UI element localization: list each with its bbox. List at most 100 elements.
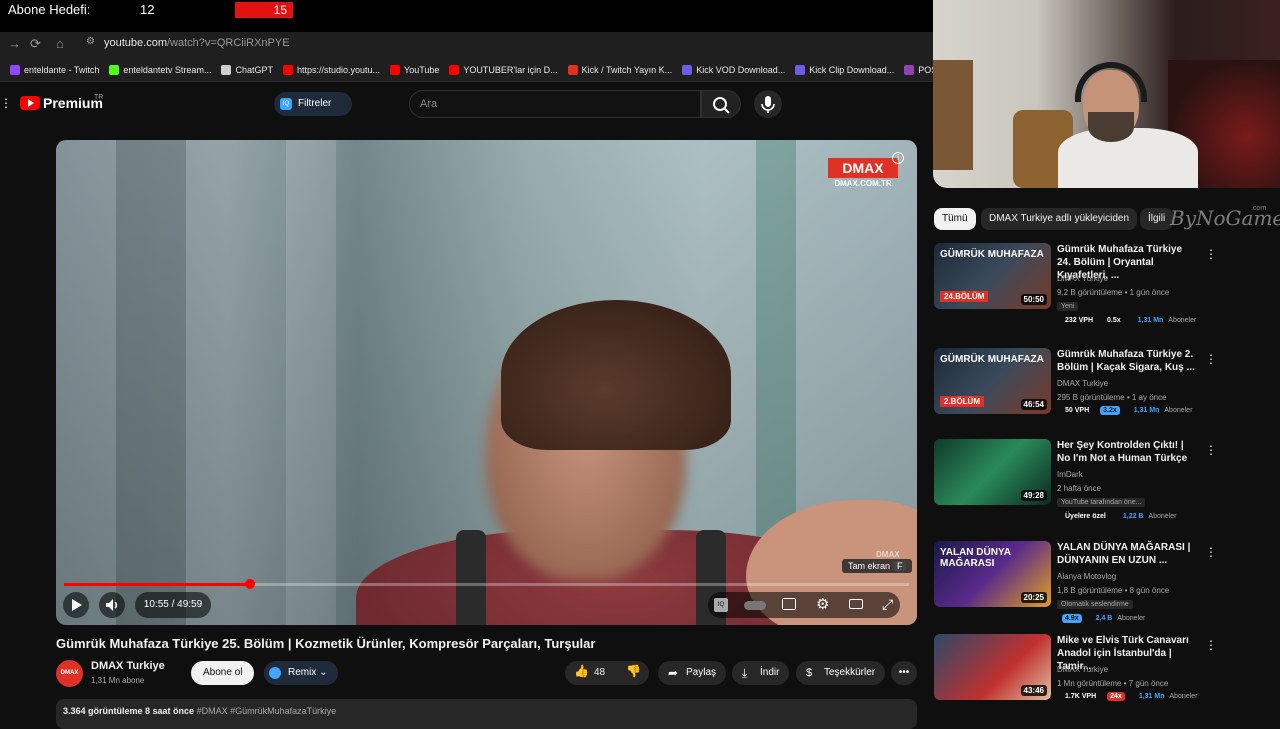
search-button[interactable] <box>701 90 741 118</box>
menu-icon[interactable]: ⋮ <box>0 96 12 110</box>
url-field[interactable]: youtube.com/watch?v=QRCiiRXnPYE <box>104 37 290 49</box>
description-box[interactable]: 3.364 görüntüleme 8 saat önce #DMAX #Güm… <box>56 699 917 729</box>
reload-icon[interactable]: ⟳ <box>30 36 41 52</box>
thumbnail-text: GÜMRÜK MUHAFAZA <box>940 249 1044 260</box>
video-thumbnail[interactable]: 49:28 <box>934 439 1051 505</box>
subscriber-count: 1,31 Mn <box>1138 693 1165 700</box>
share-button[interactable]: ➦ Paylaş <box>658 661 727 685</box>
recommended-title[interactable]: YALAN DÜNYA MAĞARASI | DÜNYANIN EN UZUN … <box>1057 541 1197 567</box>
bookmark-item[interactable]: ChatGPT <box>221 64 273 75</box>
progress-scrubber[interactable] <box>244 579 255 589</box>
captions-icon[interactable] <box>782 598 796 610</box>
subscriber-stat: 1,22 B Aboneler <box>1117 512 1180 521</box>
bynogame-watermark-suffix: .com <box>1251 205 1267 212</box>
tooltip-text: Tam ekran <box>848 561 891 571</box>
channel-watermark: DMAX <box>828 158 898 178</box>
settings-gear-icon[interactable]: ⚙ <box>816 595 829 613</box>
video-thumbnail[interactable]: YALAN DÜNYA MAĞARASI 20:25 <box>934 541 1051 607</box>
recommended-title[interactable]: Her Şey Kontrolden Çıktı! | No I'm Not a… <box>1057 439 1197 465</box>
bookmark-item[interactable]: YOUTUBER'lar için D... <box>449 64 558 75</box>
more-options-icon[interactable]: ⋮ <box>1205 352 1217 366</box>
recommended-meta: 2 hafta önce <box>1057 484 1102 493</box>
recommended-video[interactable]: GÜMRÜK MUHAFAZA 24.BÖLÜM 50:50 Gümrük Muhaf… <box>934 243 1234 335</box>
goal-target: 15 <box>235 2 293 18</box>
iq-icon[interactable]: IQ <box>714 598 728 612</box>
video-stats: Üyelere özel 1,22 B Aboneler <box>1062 512 1179 521</box>
more-options-icon[interactable]: ⋮ <box>1205 247 1217 261</box>
more-options-icon[interactable]: ⋮ <box>1205 545 1217 559</box>
bookmark-item[interactable]: Kick Clip Download... <box>795 64 894 75</box>
video-duration: 49:28 <box>1020 490 1047 501</box>
video-thumbnail[interactable]: GÜMRÜK MUHAFAZA 24.BÖLÜM 50:50 <box>934 243 1051 309</box>
microphone-icon <box>761 96 775 113</box>
chip-uploader[interactable]: DMAX Turkiye adlı yükleyiciden <box>981 208 1138 230</box>
subscribe-button[interactable]: Abone ol <box>191 661 255 685</box>
bookmark-item[interactable]: YouTube <box>390 64 439 75</box>
subscriber-stat: 2,4 B Aboneler <box>1090 614 1149 623</box>
subscriber-count: 1,22 B <box>1122 513 1144 520</box>
video-title: Gümrük Muhafaza Türkiye 25. Bölüm | Kozm… <box>56 636 596 651</box>
like-icon[interactable]: 👍 <box>574 664 589 678</box>
info-icon[interactable]: i <box>892 152 904 164</box>
video-duration: 46:54 <box>1020 399 1047 410</box>
channel-name[interactable]: DMAX Turkiye <box>91 660 165 672</box>
hashtags[interactable]: #DMAX #GümrükMuhafazaTürkiye <box>197 706 337 716</box>
headphones-icon <box>1075 62 1147 102</box>
search-icon <box>713 97 730 114</box>
thanks-button[interactable]: $ Teşekkürler <box>796 661 886 685</box>
subscriber-label: Aboneler <box>1148 513 1177 520</box>
fullscreen-tooltip: Tam ekran F <box>842 559 912 573</box>
download-button[interactable]: ⤓ İndir <box>732 661 790 685</box>
bookmark-item[interactable]: enteldante - Twitch <box>10 64 100 75</box>
recommended-channel[interactable]: DMAX Turkiye <box>1057 379 1108 388</box>
volume-button[interactable] <box>99 592 125 618</box>
home-icon[interactable]: ⌂ <box>56 36 64 51</box>
autoplay-toggle[interactable] <box>744 601 766 610</box>
recommended-meta: 295 B görüntüleme • 1 ay önce <box>1057 393 1167 402</box>
bookmark-item[interactable]: https://studio.youtu... <box>282 64 380 75</box>
bookmark-favicon-icon <box>221 64 232 75</box>
recommended-channel[interactable]: DMAX Turkiye <box>1057 665 1108 674</box>
more-actions-button[interactable]: ••• <box>891 661 917 685</box>
recommended-video[interactable]: 43:46 Mike ve Elvis Türk Canavarı Anadol … <box>934 634 1234 726</box>
more-options-icon[interactable]: ⋮ <box>1205 638 1217 652</box>
video-thumbnail[interactable]: 43:46 <box>934 634 1051 700</box>
more-options-icon[interactable]: ⋮ <box>1205 443 1217 457</box>
subscriber-label: Aboneler <box>1117 615 1146 622</box>
recommended-video[interactable]: GÜMRÜK MUHAFAZA 2.BÖLÜM 46:54 Gümrük Muhafa… <box>934 348 1234 440</box>
bookmark-item[interactable]: Kick / Twitch Yayın K... <box>567 64 672 75</box>
remix-button[interactable]: Remix ⌄ <box>264 661 338 685</box>
channel-subscribers: 1,31 Mn abone <box>91 676 145 685</box>
multiplier-stat: 0.5x <box>1107 317 1121 324</box>
voice-search-button[interactable] <box>754 90 782 118</box>
progress-played <box>64 583 250 586</box>
play-button[interactable] <box>63 592 89 618</box>
recommended-channel[interactable]: Alanya Motovlog <box>1057 572 1116 581</box>
multiplier-stat: 24x <box>1107 692 1125 701</box>
video-player[interactable]: DMAX DMAX.COM.TR i DMAX Tam ekran F 10:55… <box>56 140 917 625</box>
recommended-video[interactable]: 49:28 Her Şey Kontrolden Çıktı! | No I'm … <box>934 439 1234 531</box>
vph-stat: 50 VPH <box>1065 407 1090 414</box>
miniplayer-icon[interactable] <box>849 599 863 609</box>
video-thumbnail[interactable]: GÜMRÜK MUHAFAZA 2.BÖLÜM 46:54 <box>934 348 1051 414</box>
recommended-channel[interactable]: ImDark <box>1057 470 1083 479</box>
webcam-background <box>933 60 973 170</box>
bookmark-item[interactable]: Kick VOD Download... <box>682 64 785 75</box>
site-settings-icon[interactable]: ⚙ <box>86 36 95 47</box>
chip-related[interactable]: İlgili <box>1140 208 1174 230</box>
fullscreen-icon[interactable]: ⤢ <box>882 596 893 613</box>
recommended-title[interactable]: Gümrük Muhafaza Türkiye 2. Bölüm | Kaçak… <box>1057 348 1197 374</box>
forward-icon[interactable]: → <box>8 36 21 51</box>
youtube-logo-icon[interactable] <box>20 96 40 110</box>
bookmark-item[interactable]: enteldantetv Stream... <box>109 64 211 75</box>
channel-avatar[interactable]: DMAX <box>56 660 83 687</box>
bookmark-label: enteldante - Twitch <box>24 64 100 75</box>
recommended-channel[interactable]: DMAX Turkiye <box>1057 274 1108 283</box>
time-display: 10:55 / 49:59 <box>135 592 211 618</box>
video-stats: 50 VPH 3.2x 1,31 Mn Aboneler <box>1062 406 1195 415</box>
chip-all[interactable]: Tümü <box>934 208 976 230</box>
search-input[interactable]: Ara <box>409 90 701 118</box>
recommended-video[interactable]: YALAN DÜNYA MAĞARASI 20:25 YALAN DÜNYA MAĞ… <box>934 541 1234 633</box>
filters-button[interactable]: Filtreler <box>274 92 352 116</box>
dislike-icon[interactable]: 👎 <box>626 664 641 678</box>
